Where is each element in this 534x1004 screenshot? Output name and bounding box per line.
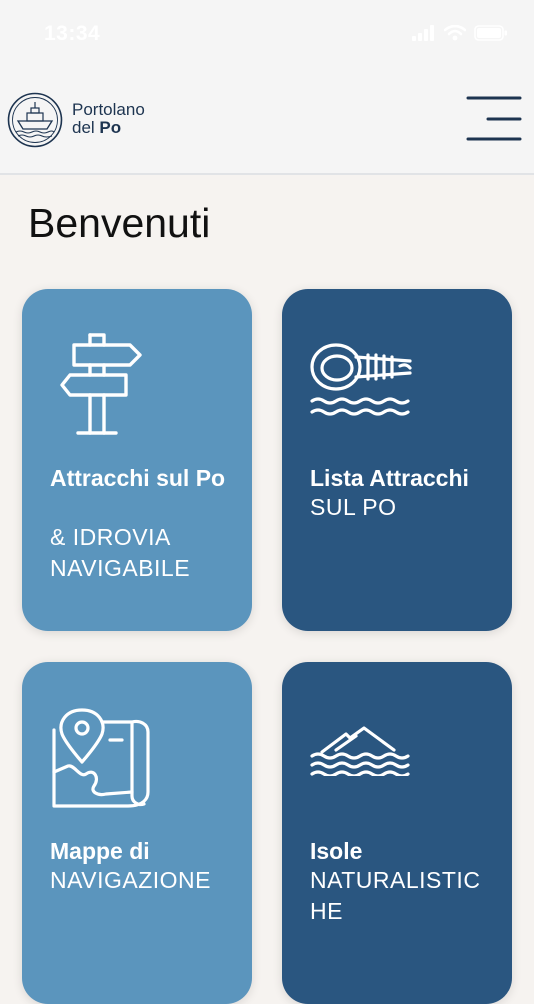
app-header: Portolano del Po [0, 70, 534, 175]
hamburger-menu-icon[interactable] [466, 96, 522, 142]
page-title: Benvenuti [28, 200, 211, 246]
battery-icon [474, 25, 507, 41]
card-attracchi-sul-po[interactable]: Attracchi sul Po & IDROVIA NAVIGABILE [22, 289, 252, 631]
status-time: 13:34 [44, 22, 101, 45]
card-title: Lista Attracchi [310, 465, 469, 491]
card-subtitle: SUL PO [310, 494, 397, 520]
card-mappe-di-navigazione[interactable]: Mappe di NAVIGAZIONE [22, 662, 252, 1004]
brand-name: Portolano del Po [72, 101, 145, 137]
wifi-icon [444, 25, 466, 41]
signpost-icon [60, 333, 142, 435]
map-pin-icon [52, 708, 150, 808]
card-subtitle: NATURALISTICHE [310, 867, 481, 924]
ship-logo-icon[interactable] [7, 92, 63, 148]
status-bar: 13:34 [0, 0, 534, 70]
card-subtitle: NAVIGAZIONE [50, 867, 211, 893]
rope-knot-icon [310, 343, 412, 416]
brand-line-1: Portolano [72, 100, 145, 119]
brand-line-2: del Po [72, 119, 145, 137]
card-isole-naturalistiche[interactable]: Isole NATURALISTICHE [282, 662, 512, 1004]
card-title: Isole [310, 838, 363, 864]
card-title: Mappe di [50, 838, 150, 864]
brand-line-2-prefix: del [72, 118, 100, 137]
card-subtitle: & IDROVIA NAVIGABILE [50, 524, 191, 581]
card-lista-attracchi[interactable]: Lista Attracchi SUL PO [282, 289, 512, 631]
island-icon [310, 726, 410, 776]
brand-line-2-bold: Po [99, 118, 122, 137]
card-title: Attracchi sul Po [50, 465, 226, 491]
status-icons [412, 25, 508, 41]
signal-icon [412, 25, 434, 41]
